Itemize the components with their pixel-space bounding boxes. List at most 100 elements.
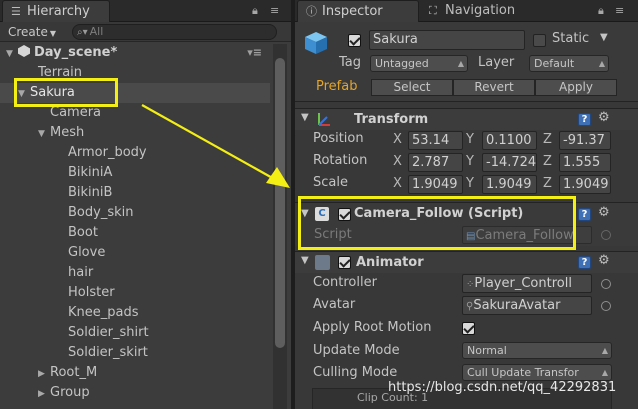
help-book-icon[interactable]: ? bbox=[578, 208, 591, 221]
transform-position-x-field[interactable]: 53.14 bbox=[408, 131, 463, 150]
object-picker-icon[interactable] bbox=[601, 279, 611, 289]
scene-row[interactable]: ▼ Day_scene* ▾≡ bbox=[0, 42, 270, 63]
avatar-label: Avatar bbox=[313, 297, 356, 312]
transform-position-z-field[interactable]: -91.37 bbox=[559, 131, 611, 150]
culling-mode-dropdown[interactable]: Cull Update Transfor ▲▼ bbox=[462, 364, 612, 381]
hierarchy-item-group[interactable]: ▶ Group bbox=[0, 383, 270, 403]
scene-menu-icon[interactable]: ▾≡ bbox=[247, 42, 262, 63]
inspector-tabbar: ⓘ Inspector ⛶ Navigation 🔒︎ ≡ bbox=[295, 0, 638, 22]
updown-arrows-icon: ▲▼ bbox=[598, 59, 605, 68]
info-icon: ⓘ bbox=[306, 5, 317, 18]
hierarchy-item-body-skin[interactable]: Body_skin bbox=[0, 203, 270, 223]
tag-dropdown[interactable]: Untagged ▲▼ bbox=[370, 55, 468, 72]
transform-scale-z-field[interactable]: 1.9049 bbox=[559, 175, 611, 194]
create-button[interactable]: Create ▼ bbox=[4, 24, 60, 40]
foldout-triangle-icon[interactable]: ▼ bbox=[301, 255, 309, 266]
static-dropdown-icon[interactable]: ▼ bbox=[600, 32, 608, 43]
prefab-revert-button[interactable]: Revert bbox=[453, 79, 535, 96]
hierarchy-item-bikinia[interactable]: BikiniA bbox=[0, 163, 270, 183]
hierarchy-item-holster[interactable]: Holster bbox=[0, 283, 270, 303]
lock-icon[interactable]: 🔒︎ bbox=[598, 4, 604, 18]
transform-title: Transform bbox=[354, 112, 429, 127]
transform-rotation-y-field[interactable]: -14.724 bbox=[482, 153, 537, 172]
animator-enabled-checkbox[interactable] bbox=[338, 256, 351, 269]
transform-scale-y-field[interactable]: 1.9049 bbox=[482, 175, 537, 194]
axis-x-label[interactable]: X bbox=[393, 176, 402, 191]
transform-scale-x-field[interactable]: 1.9049 bbox=[408, 175, 463, 194]
gear-icon[interactable]: ⚙ bbox=[598, 253, 610, 268]
static-label: Static bbox=[552, 31, 590, 46]
hierarchy-toolbar: Create ▼ ⌕▾ All bbox=[0, 22, 291, 42]
object-picker-icon[interactable] bbox=[601, 301, 611, 311]
updown-arrows-icon: ▲▼ bbox=[457, 59, 464, 68]
hierarchy-item-bikinib[interactable]: BikiniB bbox=[0, 183, 270, 203]
apply-root-motion-checkbox[interactable] bbox=[462, 322, 475, 335]
hierarchy-tabbar: ☰ Hierarchy 🔒︎ ≡ bbox=[0, 0, 291, 22]
expand-triangle-icon: ▼ bbox=[6, 49, 13, 59]
help-book-icon[interactable]: ? bbox=[578, 256, 591, 269]
transform-rotation-x-field[interactable]: 2.787 bbox=[408, 153, 463, 172]
scrollbar-thumb[interactable] bbox=[275, 58, 285, 348]
transform-rotation-z-field[interactable]: 1.555 bbox=[559, 153, 611, 172]
hierarchy-item-hair[interactable]: hair bbox=[0, 263, 270, 283]
axis-z-label[interactable]: Z bbox=[543, 132, 552, 147]
axis-y-label[interactable]: Y bbox=[466, 176, 474, 191]
gear-icon[interactable]: ⚙ bbox=[598, 205, 610, 220]
axis-z-label[interactable]: Z bbox=[543, 176, 552, 191]
tag-label: Tag bbox=[339, 55, 362, 70]
transform-position-y-field[interactable]: 0.1100 bbox=[482, 131, 537, 150]
panel-menu-icon[interactable]: ≡ bbox=[615, 4, 624, 17]
unity-scene-icon bbox=[18, 45, 30, 57]
controller-value: Player_Controll bbox=[474, 276, 572, 291]
update-mode-value: Normal bbox=[467, 344, 507, 357]
transform-header[interactable]: ▼ Transform ? ⚙ bbox=[295, 108, 638, 130]
hierarchy-item-soldier-skirt[interactable]: Soldier_skirt bbox=[0, 343, 270, 363]
tab-hierarchy[interactable]: ☰ Hierarchy bbox=[2, 0, 110, 22]
layer-dropdown[interactable]: Default ▲▼ bbox=[529, 55, 609, 72]
collapse-triangle-icon[interactable]: ▶ bbox=[38, 384, 50, 404]
avatar-value: SakuraAvatar bbox=[473, 298, 561, 313]
active-checkbox[interactable] bbox=[348, 34, 361, 47]
lock-icon[interactable]: 🔒︎ bbox=[252, 4, 258, 18]
axis-x-label[interactable]: X bbox=[393, 154, 402, 169]
hierarchy-item-boot[interactable]: Boot bbox=[0, 223, 270, 243]
axis-y-label[interactable]: Y bbox=[466, 132, 474, 147]
update-mode-dropdown[interactable]: Normal ▲▼ bbox=[462, 342, 612, 359]
tab-navigation[interactable]: ⛶ Navigation bbox=[421, 0, 541, 22]
inspector-panel: ⓘ Inspector ⛶ Navigation 🔒︎ ≡ Sakura Stati… bbox=[295, 0, 638, 409]
axis-z-label[interactable]: Z bbox=[543, 154, 552, 169]
foldout-triangle-icon[interactable]: ▼ bbox=[301, 112, 309, 123]
hierarchy-item-soldier-shirt[interactable]: Soldier_shirt bbox=[0, 323, 270, 343]
navigation-icon: ⛶ bbox=[429, 4, 437, 17]
panel-menu-icon[interactable]: ≡ bbox=[270, 4, 279, 17]
layer-value: Default bbox=[534, 57, 575, 70]
gear-icon[interactable]: ⚙ bbox=[598, 110, 610, 125]
collapse-triangle-icon[interactable]: ▶ bbox=[38, 364, 50, 384]
create-button-label: Create bbox=[8, 25, 48, 39]
axis-y-label[interactable]: Y bbox=[466, 154, 474, 169]
hierarchy-item-knee-pads[interactable]: Knee_pads bbox=[0, 303, 270, 323]
prefab-apply-button[interactable]: Apply bbox=[535, 79, 617, 96]
updown-arrows-icon: ▲▼ bbox=[601, 346, 608, 355]
tab-inspector[interactable]: ⓘ Inspector bbox=[297, 0, 419, 22]
help-book-icon[interactable]: ? bbox=[578, 113, 591, 126]
hierarchy-item-label: Soldier_shirt bbox=[68, 325, 149, 340]
hierarchy-item-mesh[interactable]: ▼ Mesh bbox=[0, 123, 270, 143]
hierarchy-scrollbar[interactable] bbox=[273, 44, 287, 409]
axis-x-label[interactable]: X bbox=[393, 132, 402, 147]
hierarchy-item-label: Root_M bbox=[50, 365, 98, 380]
object-name-field[interactable]: Sakura bbox=[369, 30, 525, 50]
gameobject-cube-icon bbox=[305, 32, 327, 54]
highlight-box-camera-follow bbox=[298, 196, 576, 250]
animator-header[interactable]: ▼ Animator ? ⚙ bbox=[295, 251, 638, 273]
hierarchy-item-armor-body[interactable]: Armor_body bbox=[0, 143, 270, 163]
controller-field[interactable]: ⁘Player_Controll bbox=[462, 274, 592, 293]
prefab-select-button[interactable]: Select bbox=[371, 79, 453, 96]
static-checkbox[interactable] bbox=[533, 34, 546, 47]
hierarchy-item-label: Armor_body bbox=[68, 145, 147, 160]
search-input[interactable]: ⌕▾ All bbox=[72, 24, 277, 40]
avatar-field[interactable]: ⚲SakuraAvatar bbox=[462, 296, 592, 315]
expand-triangle-icon[interactable]: ▼ bbox=[38, 124, 50, 144]
hierarchy-item-glove[interactable]: Glove bbox=[0, 243, 270, 263]
hierarchy-item-root-m[interactable]: ▶ Root_M bbox=[0, 363, 270, 383]
